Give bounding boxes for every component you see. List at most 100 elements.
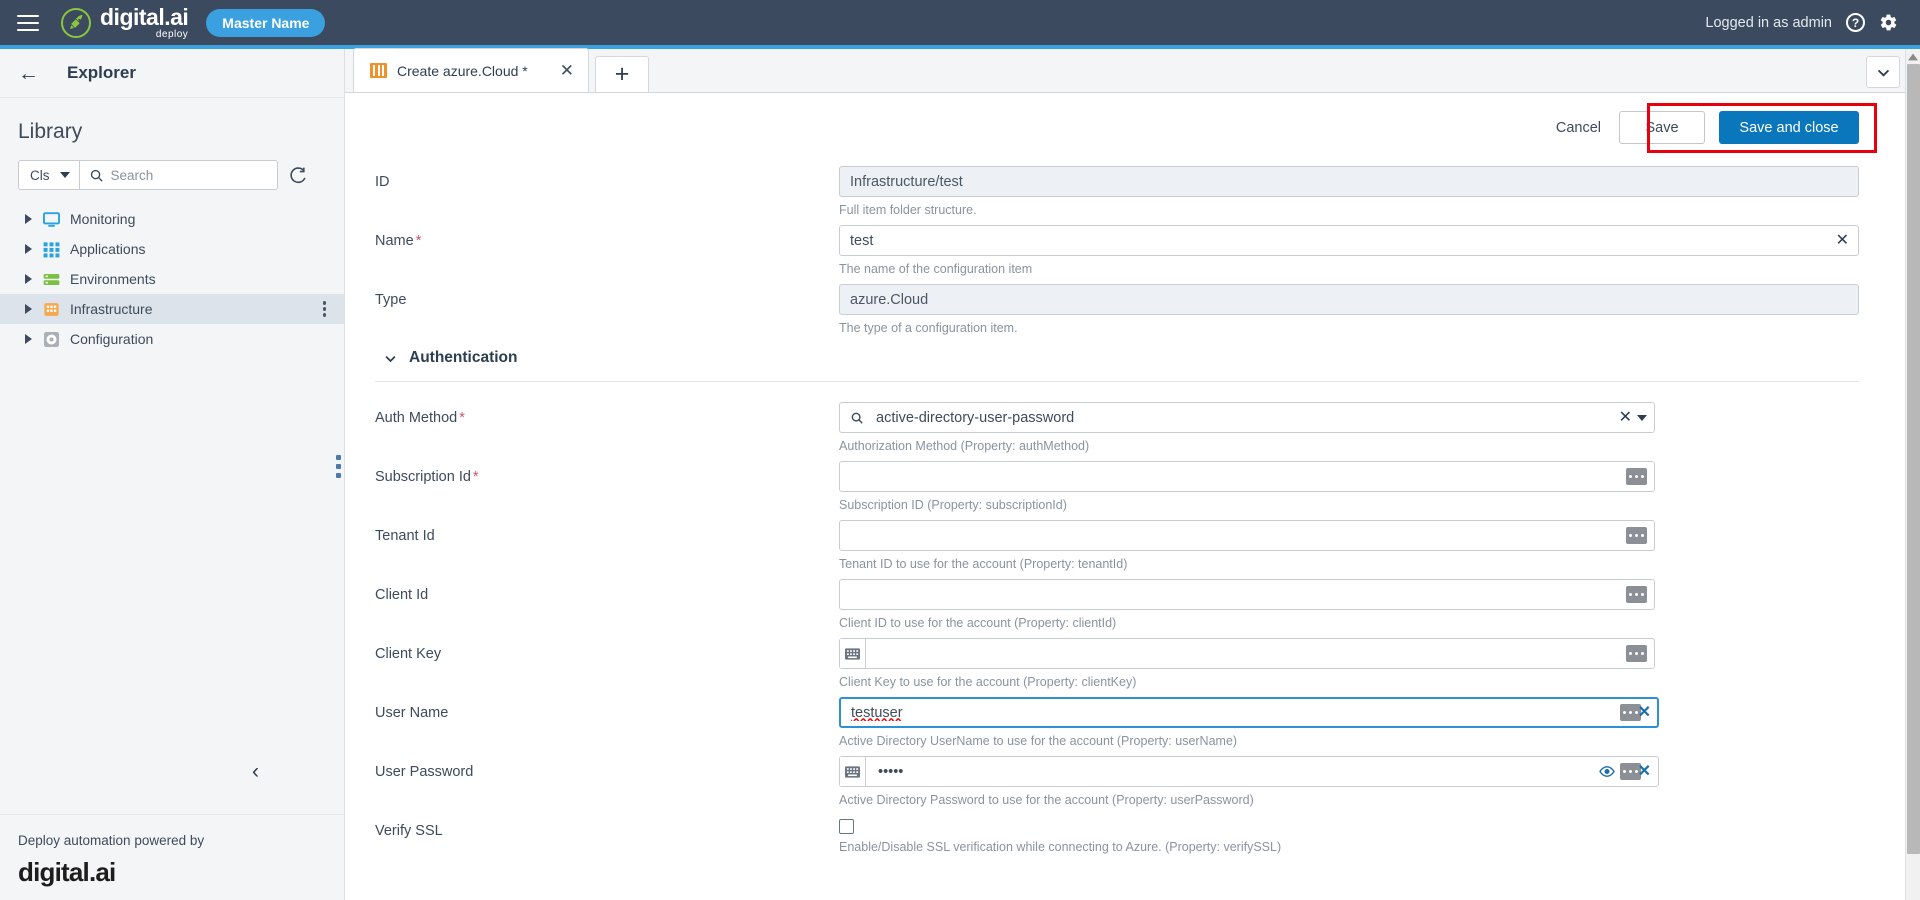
name-input[interactable] xyxy=(839,225,1859,256)
close-icon[interactable]: ✕ xyxy=(560,62,574,79)
grid-apps-icon xyxy=(42,240,61,259)
expand-triangle-icon[interactable] xyxy=(25,304,32,314)
item-context-menu-icon[interactable] xyxy=(323,301,327,317)
field-control-tenant-id: Tenant ID to use for the account (Proper… xyxy=(839,520,1859,571)
form-actions: Cancel Save Save and close xyxy=(345,93,1905,144)
search-input[interactable] xyxy=(111,168,288,183)
hamburger-menu-icon[interactable] xyxy=(17,15,39,31)
field-label-tenant-id: Tenant Id xyxy=(375,520,839,544)
field-label-type: Type xyxy=(375,284,839,308)
sidebar-item-infrastructure[interactable]: Infrastructure xyxy=(0,294,344,324)
settings-gear-icon[interactable] xyxy=(1879,13,1898,32)
help-icon[interactable]: ? xyxy=(1846,13,1865,32)
sidebar-item-label: Configuration xyxy=(70,331,153,347)
expand-triangle-icon[interactable] xyxy=(25,274,32,284)
refresh-icon[interactable] xyxy=(288,166,307,185)
building-icon xyxy=(42,300,61,319)
section-header-authentication[interactable]: Authentication xyxy=(383,349,1859,381)
search-box: Cls xyxy=(18,160,278,190)
brand-logo[interactable]: digital.ai deploy xyxy=(61,6,188,40)
chevron-left-icon[interactable]: ‹ xyxy=(252,761,259,782)
ellipsis-icon[interactable] xyxy=(1626,468,1647,485)
vertical-scrollbar[interactable] xyxy=(1905,49,1920,900)
expand-triangle-icon[interactable] xyxy=(25,244,32,254)
cancel-button[interactable]: Cancel xyxy=(1556,120,1601,136)
library-tree: Monitoring Applications xyxy=(0,204,344,354)
field-row-client-key: Client Key xyxy=(375,638,1859,689)
sidebar-item-monitoring[interactable]: Monitoring xyxy=(0,204,344,234)
add-tab-button[interactable]: + xyxy=(595,56,649,92)
scroll-up-arrow-icon[interactable] xyxy=(1906,49,1920,64)
expand-triangle-icon[interactable] xyxy=(25,334,32,344)
field-help-client-id: Client ID to use for the account (Proper… xyxy=(839,616,1859,630)
footer-text: Deploy automation powered by xyxy=(18,833,344,848)
panel-splitter-handle[interactable] xyxy=(336,455,341,478)
field-row-tenant-id: Tenant Id Tenant ID to use for the accou… xyxy=(375,520,1859,571)
ellipsis-icon[interactable] xyxy=(1626,645,1647,662)
keyboard-icon[interactable] xyxy=(840,639,866,668)
search-icon xyxy=(850,411,864,425)
field-help-client-key: Client Key to use for the account (Prope… xyxy=(839,675,1859,689)
main-panel: Cancel Save Save and close ID Full item … xyxy=(345,93,1905,900)
client-id-input[interactable] xyxy=(839,579,1655,610)
field-help-name: The name of the configuration item xyxy=(839,262,1859,276)
expand-triangle-icon[interactable] xyxy=(25,214,32,224)
subscription-id-input[interactable] xyxy=(839,461,1655,492)
sidebar-item-configuration[interactable]: Configuration xyxy=(0,324,344,354)
clear-x-icon[interactable]: ✕ xyxy=(1638,764,1651,780)
field-help-verify-ssl: Enable/Disable SSL verification while co… xyxy=(839,840,1859,854)
client-key-adornments xyxy=(1626,645,1647,662)
cls-filter-label: Cls xyxy=(30,168,50,183)
required-marker: * xyxy=(416,233,422,249)
user-password-input[interactable] xyxy=(839,756,1659,787)
clear-x-icon[interactable]: ✕ xyxy=(1638,705,1651,721)
eye-visibility-icon[interactable] xyxy=(1599,765,1615,778)
field-row-name: Name* ✕ The name of the configuration it… xyxy=(375,225,1859,276)
field-help-user-password: Active Directory Password to use for the… xyxy=(839,793,1859,807)
cls-filter-dropdown[interactable]: Cls xyxy=(19,161,80,189)
field-label-text: Subscription Id xyxy=(375,469,471,485)
auth-method-input[interactable] xyxy=(839,402,1655,433)
section-title: Authentication xyxy=(409,349,518,367)
sidebar-item-environments[interactable]: Environments xyxy=(0,264,344,294)
section-divider xyxy=(375,381,1859,382)
save-button[interactable]: Save xyxy=(1619,111,1705,144)
field-help-tenant-id: Tenant ID to use for the account (Proper… xyxy=(839,557,1859,571)
keyboard-icon[interactable] xyxy=(840,757,866,786)
clear-x-icon[interactable]: ✕ xyxy=(1836,233,1849,249)
field-row-auth-method: Auth Method* ✕ Authorization Method (Pr xyxy=(375,402,1859,453)
ci-orange-icon xyxy=(370,63,387,78)
input-wrap-auth-method: ✕ xyxy=(839,402,1655,433)
clear-x-icon[interactable]: ✕ xyxy=(1619,410,1632,426)
ellipsis-icon[interactable] xyxy=(1626,586,1647,603)
field-help-type: The type of a configuration item. xyxy=(839,321,1859,335)
scrollbar-thumb[interactable] xyxy=(1907,64,1920,854)
explorer-sidebar: ← Explorer Library Cls xyxy=(0,49,345,900)
client-key-input[interactable] xyxy=(839,638,1655,669)
input-wrap-user-password: ✕ xyxy=(839,756,1659,787)
ellipsis-icon[interactable] xyxy=(1626,527,1647,544)
add-tab-label: + xyxy=(615,62,630,87)
user-name-input[interactable] xyxy=(839,697,1659,728)
auth-method-adornments: ✕ xyxy=(1619,410,1647,426)
field-label-client-id: Client Id xyxy=(375,579,839,603)
sidebar-item-label: Monitoring xyxy=(70,211,135,227)
tab-overflow-button[interactable] xyxy=(1866,56,1900,88)
sidebar-item-label: Applications xyxy=(70,241,146,257)
save-and-close-button[interactable]: Save and close xyxy=(1719,111,1859,144)
caret-down-icon[interactable] xyxy=(1637,415,1647,421)
master-name-pill[interactable]: Master Name xyxy=(206,9,325,37)
logged-in-label: Logged in as admin xyxy=(1705,15,1832,31)
field-row-subscription-id: Subscription Id* Subscription ID (Proper… xyxy=(375,461,1859,512)
sidebar-item-applications[interactable]: Applications xyxy=(0,234,344,264)
field-label-user-name: User Name xyxy=(375,697,839,721)
back-arrow-icon[interactable]: ← xyxy=(18,63,39,84)
field-control-user-name: ✕ Active Directory UserName to use for t… xyxy=(839,697,1859,748)
top-bar-right: Logged in as admin ? xyxy=(1705,13,1898,32)
footer-logo: digital.ai xyxy=(18,857,344,888)
verify-ssl-checkbox[interactable] xyxy=(839,819,854,834)
chevron-down-icon xyxy=(383,351,398,366)
tenant-id-input[interactable] xyxy=(839,520,1655,551)
tab-create-azure-cloud[interactable]: Create azure.Cloud * ✕ xyxy=(353,48,589,92)
field-label-id: ID xyxy=(375,166,839,190)
